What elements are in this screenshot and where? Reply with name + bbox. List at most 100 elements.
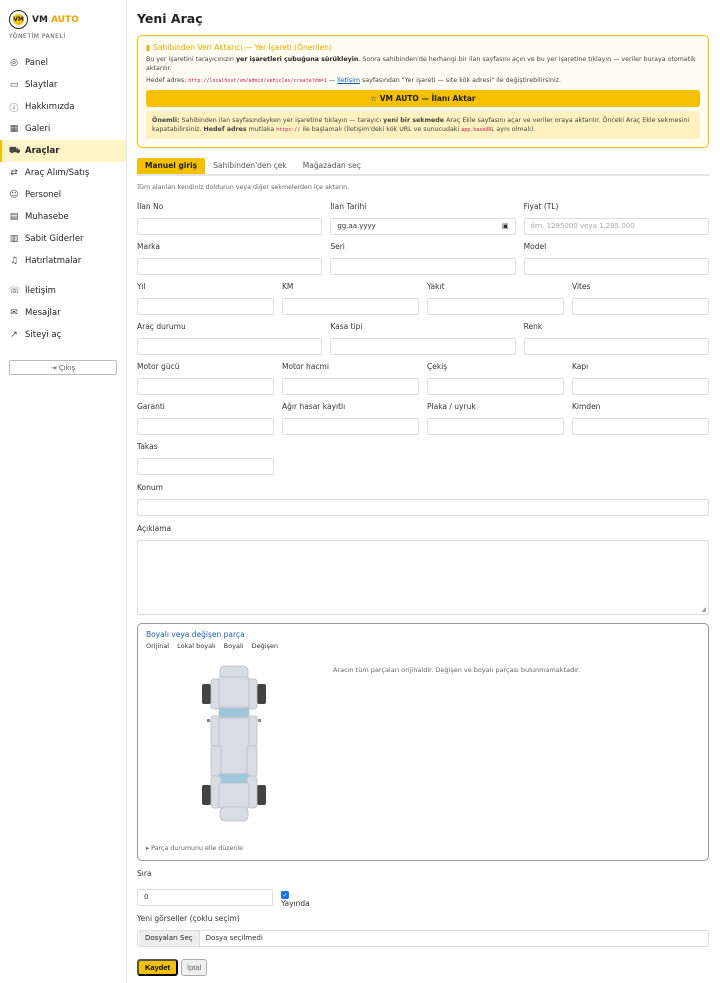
arac-durumu-label: Araç durumu — [137, 321, 186, 331]
model-input[interactable] — [523, 257, 709, 275]
seri-input[interactable] — [330, 257, 516, 275]
sidebar-item-mesajlar[interactable]: ✉ Mesajlar — [0, 302, 126, 324]
tab-sahibinden[interactable]: Sahibinden'den çek — [205, 158, 295, 174]
takas-input[interactable] — [137, 457, 274, 475]
sidebar-item-label: Mesajlar — [25, 308, 61, 318]
kasa-tipi-label: Kasa tipi — [330, 321, 363, 331]
sidebar-item-hakkımızda[interactable]: ⓘ Hakkımızda — [0, 96, 126, 118]
tab-magaza[interactable]: Mağazadan seç — [295, 158, 369, 174]
plaka-input[interactable] — [427, 417, 564, 435]
resize-grip-icon[interactable]: ◢ — [701, 606, 706, 613]
notice-text-part: sayfasından "Yer işareti — site kök adre… — [359, 77, 562, 85]
logout-button[interactable]: ⇥ Çıkış — [9, 360, 117, 375]
yil-input[interactable] — [137, 297, 274, 315]
sidebar-item-araçlar[interactable]: ⛟ Araçlar — [0, 140, 126, 162]
checkbox-checked-icon[interactable]: ✓ — [281, 891, 289, 900]
sidebar-item-i-letişim[interactable]: ☏ İletişim — [0, 280, 126, 302]
fiyat-label: Fiyat (TL) — [523, 201, 559, 211]
sidebar-item-muhasebe[interactable]: ▤ Muhasebe — [0, 206, 126, 228]
ledger-icon: ▤ — [9, 212, 19, 222]
garanti-input[interactable] — [137, 417, 274, 435]
part-rear-glass — [218, 773, 250, 784]
yakit-input[interactable] — [427, 297, 564, 315]
date-value: gg.aa.yyyy — [337, 222, 376, 231]
part-rear-bumper[interactable] — [219, 806, 249, 822]
dashboard-icon: ◎ — [10, 58, 18, 68]
aciklama-label: Açıklama — [137, 523, 172, 533]
sidebar-item-galeri[interactable]: ▦ Galeri — [0, 118, 126, 140]
tab-manuel-giris[interactable]: Manuel giriş — [137, 157, 206, 174]
sidebar-item-sabit-giderler[interactable]: ▥ Sabit Giderler — [0, 228, 126, 250]
sidebar-item-panel[interactable]: ◎ Panel — [0, 52, 126, 74]
motor-gucu-input[interactable] — [137, 377, 274, 395]
import-bookmarklet-button[interactable]: ☆ VM AUTO — İlanı Aktar — [146, 89, 700, 107]
star-icon: ☆ — [370, 93, 378, 103]
agir-hasar-input[interactable] — [282, 417, 419, 435]
aciklama-textarea[interactable]: ◢ — [137, 539, 709, 615]
save-button[interactable]: Kaydet — [137, 958, 179, 976]
sidebar-item-hatırlatmalar[interactable]: ♫ Hatırlatmalar — [0, 250, 126, 272]
part-rear-left-door[interactable] — [210, 745, 222, 777]
part-rear-right-door[interactable] — [246, 745, 258, 777]
sidebar-item-slaytlar[interactable]: ▭ Slaytlar — [0, 74, 126, 96]
cekis-input[interactable] — [427, 377, 564, 395]
parts-manual-edit-toggle[interactable]: ▸ Parça durumunu elle düzenle — [146, 845, 243, 852]
brand-auto: AUTO — [51, 14, 79, 25]
garanti-label: Garanti — [137, 401, 165, 411]
motor-hacmi-input[interactable] — [282, 377, 419, 395]
notice-text-part: Bu yer işaretini tarayıcınızın — [146, 56, 236, 63]
images-file-input[interactable]: Dosyaları Seç Dosya seçilmedi — [137, 929, 709, 947]
yayinda-checkbox[interactable]: ✓ Yayında — [281, 891, 310, 908]
mirror-right — [258, 718, 261, 722]
arac-durumu-input[interactable] — [137, 337, 323, 355]
km-input[interactable] — [282, 297, 419, 315]
logo-letter: VM — [13, 14, 24, 25]
note-text-part: mutlaka — [246, 125, 277, 133]
part-trunk[interactable] — [218, 782, 250, 809]
ilan-no-input[interactable] — [137, 217, 323, 235]
sidebar-item-araç-alım-satış[interactable]: ⇄ Araç Alım/Satış — [0, 162, 126, 184]
fiyat-input[interactable]: örn. 1295000 veya 1.295.000 — [523, 217, 709, 235]
damage-parts-panel: Boyalı veya değişen parça Orijinal Lokal… — [137, 622, 709, 861]
choose-files-button[interactable]: Dosyaları Seç — [139, 930, 200, 946]
sidebar-item-label: Hakkımızda — [25, 102, 75, 112]
bookmark-icon: ▮ — [146, 43, 151, 52]
km-label: KM — [282, 281, 294, 291]
calendar-icon[interactable]: ▣ — [502, 222, 509, 230]
marka-label: Marka — [137, 241, 160, 251]
sidebar-item-label: Muhasebe — [25, 212, 69, 222]
sidebar-item-label: Siteyi aç — [25, 330, 62, 340]
renk-input[interactable] — [523, 337, 709, 355]
iletisim-link[interactable]: İletişim — [337, 77, 360, 84]
plaka-label: Plaka / uyruk — [427, 401, 476, 411]
sira-input[interactable]: 0 — [137, 888, 273, 906]
file-status: Dosya seçilmedi — [205, 934, 263, 943]
logout-label: Çıkış — [58, 363, 76, 372]
sidebar-item-label: Araçlar — [25, 146, 60, 156]
important-label: Önemli: — [152, 116, 180, 124]
sidebar-item-label: Slaytlar — [25, 80, 58, 90]
marka-input[interactable] — [137, 257, 323, 275]
note-text-bold: yeni bir sekmede — [383, 116, 445, 124]
vites-input[interactable] — [572, 297, 709, 315]
legend-boyali: Boyalı — [223, 641, 244, 650]
sidebar-item-personel[interactable]: ☺ Personel — [0, 184, 126, 206]
sidebar-nav: ◎ Panel ▭ Slaytlar ⓘ Hakkımızda ▦ Galeri ⛟ Araçla… — [0, 52, 126, 346]
note-text-bold: Hedef adres — [203, 125, 247, 133]
konum-input[interactable] — [137, 498, 709, 516]
ilan-tarihi-input[interactable]: gg.aa.yyyy ▣ — [330, 217, 516, 235]
sidebar-item-siteyi-aç[interactable]: ↗ Siteyi aç — [0, 324, 126, 346]
page-title: Yeni Araç — [137, 11, 203, 26]
yil-label: Yıl — [137, 281, 146, 291]
sidebar-item-label: İletişim — [25, 286, 56, 296]
model-label: Model — [523, 241, 547, 251]
kimden-input[interactable] — [572, 417, 709, 435]
part-roof[interactable] — [218, 717, 250, 775]
legend-orijinal: Orijinal — [146, 641, 170, 650]
important-note: Önemli: Sahibinden ilan sayfasındayken y… — [146, 110, 700, 139]
kasa-tipi-input[interactable] — [330, 337, 516, 355]
part-hood[interactable] — [218, 676, 250, 708]
cancel-button[interactable]: İptal — [181, 958, 208, 976]
kapi-input[interactable] — [572, 377, 709, 395]
sidebar-item-label: Hatırlatmalar — [25, 256, 82, 266]
